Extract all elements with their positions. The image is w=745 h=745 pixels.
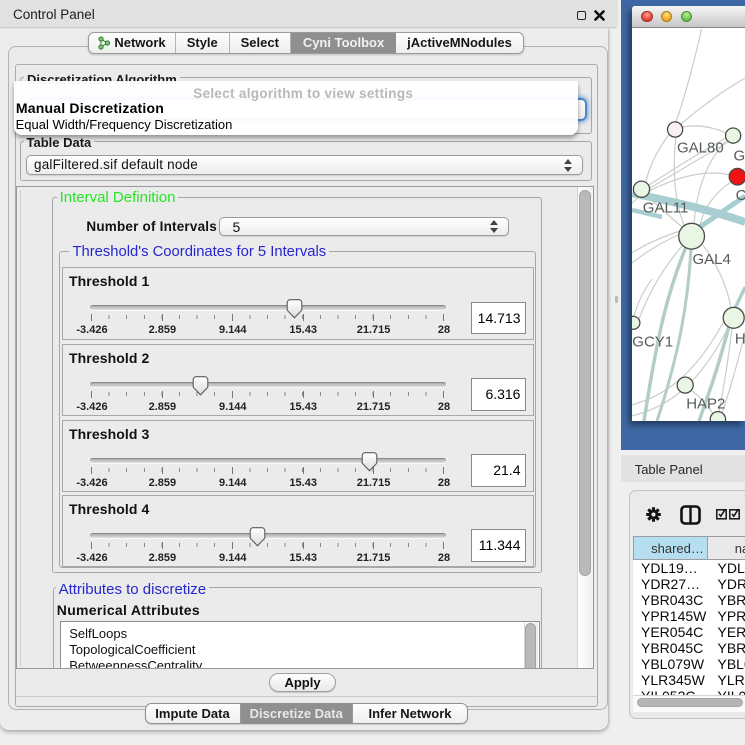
svg-text:GAL80: GAL80 xyxy=(677,139,724,156)
svg-text:GAL11: GAL11 xyxy=(642,199,688,216)
svg-text:GAL4: GAL4 xyxy=(692,251,730,268)
svg-text:GCY1: GCY1 xyxy=(632,333,673,350)
svg-text:H: H xyxy=(735,330,745,347)
svg-text:G.: G. xyxy=(733,147,745,164)
svg-text:C: C xyxy=(735,187,745,204)
svg-text:HAP2: HAP2 xyxy=(686,395,725,412)
